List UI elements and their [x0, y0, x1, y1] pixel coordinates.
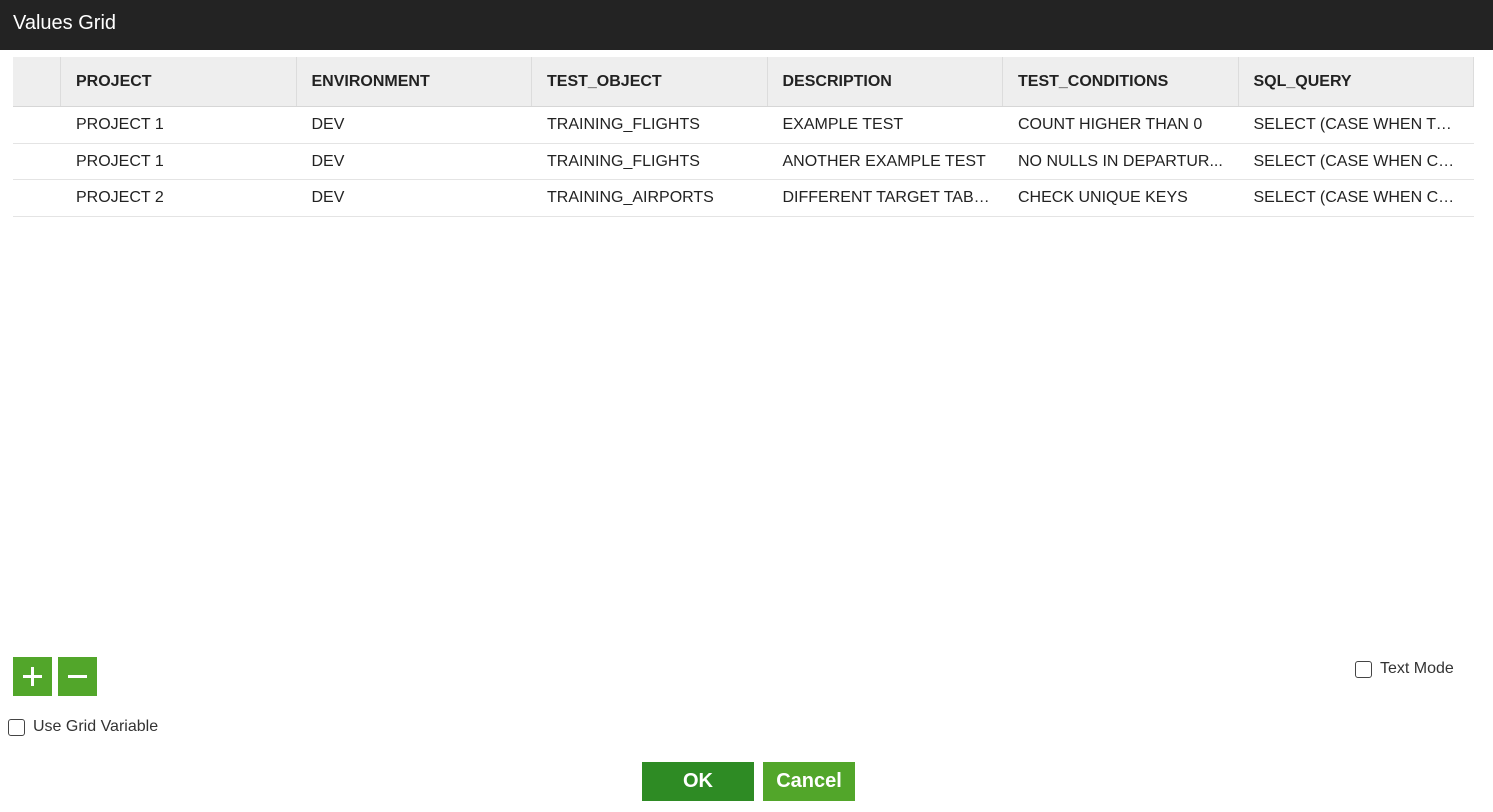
column-header-test-conditions[interactable]: TEST_CONDITIONS: [1003, 57, 1239, 106]
column-header-description[interactable]: DESCRIPTION: [768, 57, 1003, 106]
grid-header: PROJECT ENVIRONMENT TEST_OBJECT DESCRIPT…: [13, 57, 1474, 107]
table-cell[interactable]: PROJECT 2: [61, 180, 297, 216]
text-mode-label: Text Mode: [1380, 660, 1454, 677]
table-row[interactable]: PROJECT 1 DEV TRAINING_FLIGHTS ANOTHER E…: [13, 143, 1475, 180]
table-cell[interactable]: SELECT (CASE WHEN CO...: [1239, 180, 1475, 216]
table-cell[interactable]: SELECT (CASE WHEN TOT...: [1239, 107, 1475, 143]
table-cell[interactable]: ANOTHER EXAMPLE TEST: [768, 144, 1004, 180]
row-handle-header: [13, 57, 61, 106]
table-cell[interactable]: PROJECT 1: [61, 144, 297, 180]
table-cell[interactable]: COUNT HIGHER THAN 0: [1003, 107, 1239, 143]
table-row[interactable]: PROJECT 2 DEV TRAINING_AIRPORTS DIFFEREN…: [13, 180, 1474, 217]
table-cell[interactable]: NO NULLS IN DEPARTUR...: [1003, 144, 1239, 180]
minus-icon: [68, 675, 87, 678]
row-handle[interactable]: [13, 180, 61, 216]
table-cell[interactable]: PROJECT 1: [61, 107, 297, 143]
values-grid: PROJECT ENVIRONMENT TEST_OBJECT DESCRIPT…: [13, 57, 1474, 217]
table-cell[interactable]: CHECK UNIQUE KEYS: [1003, 180, 1239, 216]
column-header-test-object[interactable]: TEST_OBJECT: [532, 57, 768, 106]
row-handle[interactable]: [13, 144, 61, 180]
table-cell[interactable]: DIFFERENT TARGET TABLE: [768, 180, 1004, 216]
dialog-title: Values Grid: [0, 0, 1493, 50]
column-header-sql-query[interactable]: SQL_QUERY: [1239, 57, 1474, 106]
use-grid-variable-label: Use Grid Variable: [33, 718, 159, 735]
table-cell[interactable]: SELECT (CASE WHEN CO...: [1239, 144, 1475, 180]
table-cell[interactable]: TRAINING_FLIGHTS: [532, 144, 768, 180]
remove-row-button[interactable]: [58, 657, 97, 696]
plus-icon: [23, 667, 42, 686]
text-mode-toggle[interactable]: Text Mode: [1355, 660, 1454, 678]
cancel-button[interactable]: Cancel: [763, 762, 855, 801]
add-row-button[interactable]: [13, 657, 52, 696]
table-cell[interactable]: DEV: [297, 107, 533, 143]
table-row[interactable]: PROJECT 1 DEV TRAINING_FLIGHTS EXAMPLE T…: [13, 107, 1474, 144]
table-cell[interactable]: TRAINING_FLIGHTS: [532, 107, 768, 143]
use-grid-variable-checkbox[interactable]: [8, 718, 25, 736]
row-handle[interactable]: [13, 107, 61, 143]
text-mode-checkbox[interactable]: [1355, 660, 1372, 678]
column-header-project[interactable]: PROJECT: [61, 57, 297, 106]
use-grid-variable-toggle[interactable]: Use Grid Variable: [8, 718, 158, 736]
table-cell[interactable]: DEV: [297, 180, 533, 216]
ok-button[interactable]: OK: [642, 762, 754, 801]
table-cell[interactable]: EXAMPLE TEST: [768, 107, 1004, 143]
table-cell[interactable]: DEV: [297, 144, 533, 180]
column-header-environment[interactable]: ENVIRONMENT: [297, 57, 532, 106]
table-cell[interactable]: TRAINING_AIRPORTS: [532, 180, 768, 216]
